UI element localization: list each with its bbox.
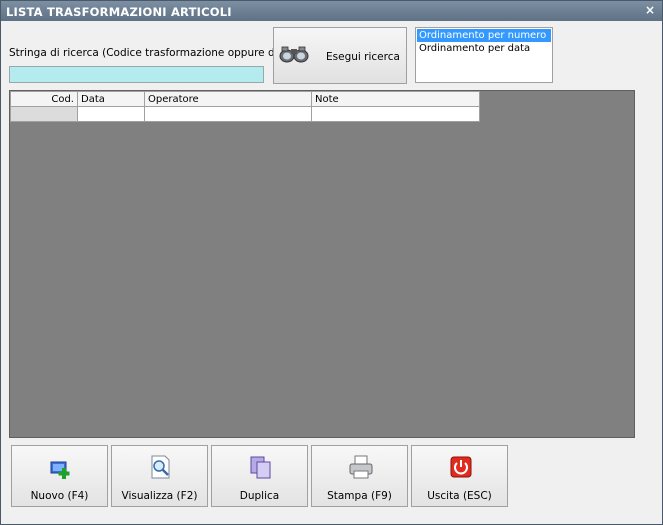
search-button[interactable]: Esegui ricerca <box>273 27 407 84</box>
search-button-label: Esegui ricerca <box>326 51 400 63</box>
search-input[interactable] <box>9 66 264 83</box>
duplica-button[interactable]: Duplica <box>211 445 308 507</box>
nuovo-label: Nuovo (F4) <box>30 490 89 502</box>
magnifier-document-icon <box>151 455 170 479</box>
duplica-label: Duplica <box>239 490 280 502</box>
column-header-data[interactable]: Data <box>77 91 145 107</box>
main-window: LISTA TRASFORMAZIONI ARTICOLI × Stringa … <box>0 0 663 525</box>
window-title: LISTA TRASFORMAZIONI ARTICOLI <box>6 5 232 19</box>
binoculars-icon <box>279 46 309 63</box>
results-grid[interactable]: Cod. Data Operatore Note <box>9 90 635 438</box>
column-header-cod[interactable]: Cod. <box>10 91 78 107</box>
visualizza-button[interactable]: Visualizza (F2) <box>111 445 208 507</box>
table-row[interactable] <box>10 106 480 122</box>
nuovo-button[interactable]: Nuovo (F4) <box>11 445 108 507</box>
cell-cod[interactable] <box>10 106 78 122</box>
column-header-operatore[interactable]: Operatore <box>144 91 312 107</box>
uscita-button[interactable]: Uscita (ESC) <box>411 445 508 507</box>
sort-option-data[interactable]: Ordinamento per data <box>417 42 551 55</box>
new-item-icon <box>50 461 70 479</box>
stampa-label: Stampa (F9) <box>327 490 392 502</box>
results-table: Cod. Data Operatore Note <box>10 91 480 122</box>
power-icon <box>450 456 472 478</box>
cell-note[interactable] <box>311 106 480 122</box>
table-header-row: Cod. Data Operatore Note <box>10 91 480 107</box>
cell-operatore[interactable] <box>144 106 312 122</box>
sort-option-numero[interactable]: Ordinamento per numero <box>417 29 551 42</box>
printer-icon <box>349 455 373 479</box>
sort-listbox[interactable]: Ordinamento per numero Ordinamento per d… <box>415 27 553 83</box>
stampa-button[interactable]: Stampa (F9) <box>311 445 408 507</box>
close-icon[interactable]: × <box>645 3 655 17</box>
cell-data[interactable] <box>77 106 145 122</box>
duplicate-icon <box>250 456 271 479</box>
search-label: Stringa di ricerca (Codice trasformazion… <box>9 47 296 59</box>
column-header-note[interactable]: Note <box>311 91 480 107</box>
visualizza-label: Visualizza (F2) <box>121 490 198 502</box>
title-bar: LISTA TRASFORMAZIONI ARTICOLI × <box>1 1 662 21</box>
uscita-label: Uscita (ESC) <box>427 490 492 502</box>
